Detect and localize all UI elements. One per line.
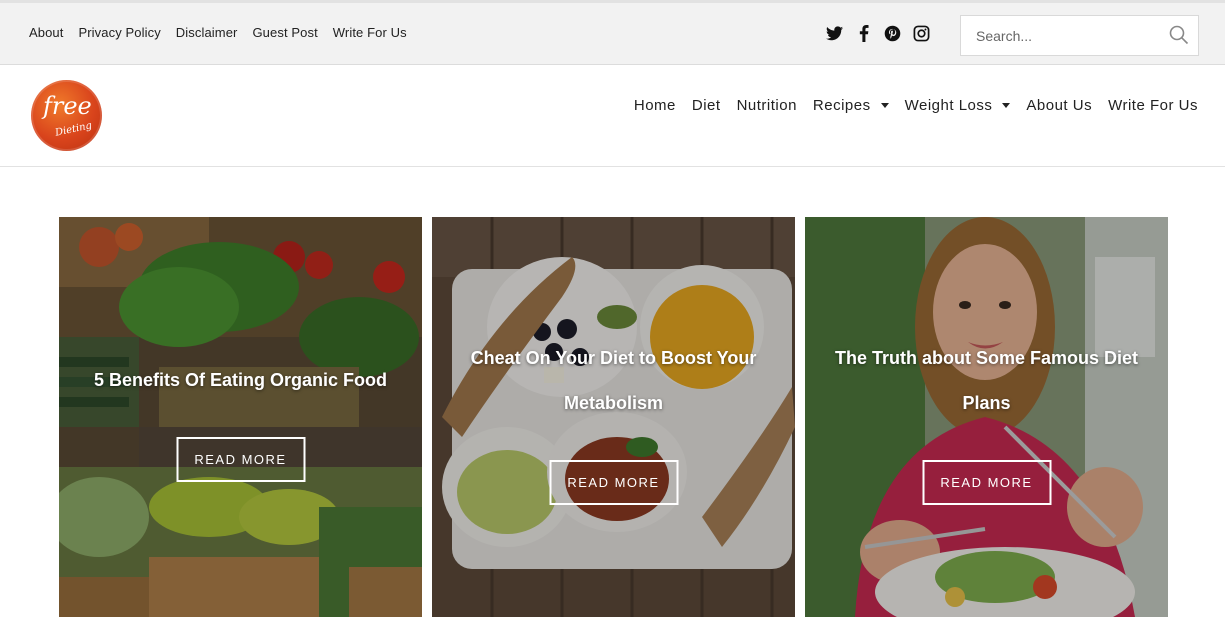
pinterest-icon[interactable] xyxy=(884,25,901,42)
nav-item-label: Weight Loss xyxy=(904,97,993,114)
nav-item-diet[interactable]: Diet xyxy=(692,97,721,114)
post-card-cheat-diet[interactable]: Cheat On Your Diet to Boost Your Metabol… xyxy=(432,217,795,617)
search-box xyxy=(960,15,1199,56)
nav-item-label: Diet xyxy=(691,97,721,114)
nav-item-about-us[interactable]: About Us xyxy=(1026,97,1092,114)
image-overlay xyxy=(59,217,422,617)
caret-down-icon xyxy=(1002,103,1011,108)
caret-down-icon xyxy=(880,103,889,108)
nav-item-recipes[interactable]: Recipes xyxy=(813,97,889,114)
nav-item-label: Home xyxy=(633,97,676,114)
top-link-privacy-policy[interactable]: Privacy Policy xyxy=(78,25,160,40)
read-more-button[interactable]: READ MORE xyxy=(176,437,305,482)
main-nav: Home Diet Nutrition Recipes Weight Loss … xyxy=(634,97,1198,114)
top-link-about[interactable]: About xyxy=(29,25,63,40)
search-input[interactable] xyxy=(961,16,1161,55)
site-header: free Dieting Home Diet Nutrition Recipes… xyxy=(0,65,1225,167)
top-bar: About Privacy Policy Disclaimer Guest Po… xyxy=(0,0,1225,65)
post-title[interactable]: Cheat On Your Diet to Boost Your Metabol… xyxy=(452,336,775,426)
post-title[interactable]: 5 Benefits Of Eating Organic Food xyxy=(79,358,402,403)
post-card-organic-food[interactable]: 5 Benefits Of Eating Organic Food READ M… xyxy=(59,217,422,617)
nav-item-label: Recipes xyxy=(812,97,871,114)
social-links xyxy=(826,25,930,42)
nav-item-label: Nutrition xyxy=(736,97,797,114)
nav-item-write-for-us[interactable]: Write For Us xyxy=(1108,97,1198,114)
search-icon[interactable] xyxy=(1169,25,1189,45)
nav-item-home[interactable]: Home xyxy=(634,97,676,114)
read-more-button[interactable]: READ MORE xyxy=(549,460,678,505)
nav-item-nutrition[interactable]: Nutrition xyxy=(737,97,797,114)
post-card-diet-plans[interactable]: The Truth about Some Famous Diet Plans R… xyxy=(805,217,1168,617)
logo-text-dieting: Dieting xyxy=(54,120,93,139)
nav-item-weight-loss[interactable]: Weight Loss xyxy=(905,97,1011,114)
nav-item-label: About Us xyxy=(1026,97,1093,114)
site-logo[interactable]: free Dieting xyxy=(31,80,102,151)
top-link-guest-post[interactable]: Guest Post xyxy=(252,25,317,40)
read-more-button[interactable]: READ MORE xyxy=(922,460,1051,505)
top-link-disclaimer[interactable]: Disclaimer xyxy=(176,25,238,40)
top-links: About Privacy Policy Disclaimer Guest Po… xyxy=(29,25,407,40)
nav-item-label: Write For Us xyxy=(1108,97,1198,114)
post-title[interactable]: The Truth about Some Famous Diet Plans xyxy=(825,336,1148,426)
twitter-icon[interactable] xyxy=(826,25,843,42)
facebook-icon[interactable] xyxy=(855,25,872,42)
top-link-write-for-us[interactable]: Write For Us xyxy=(333,25,407,40)
logo-text-free: free xyxy=(43,92,92,120)
instagram-icon[interactable] xyxy=(913,25,930,42)
